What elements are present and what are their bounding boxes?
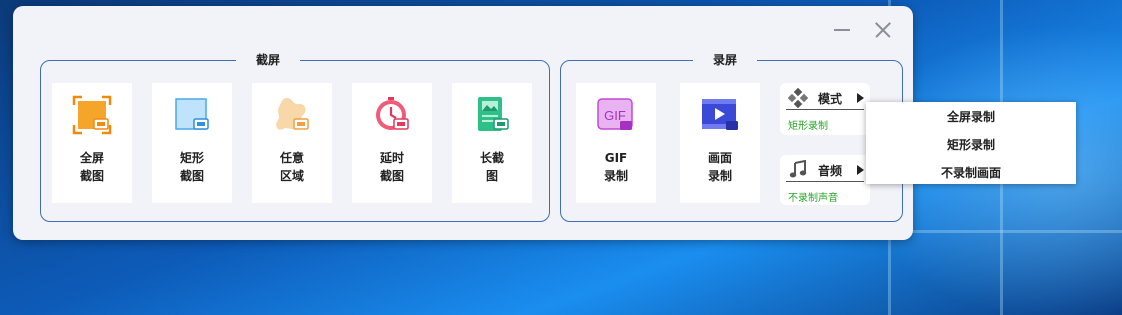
freeform-region-button[interactable]: 任意 区域 [252, 83, 332, 203]
gif-record-button[interactable]: GIF GIF 录制 [576, 83, 656, 203]
tile-label-line2: 图 [485, 169, 498, 183]
screen-record-button[interactable]: 画面 录制 [680, 83, 760, 203]
tile-label-line1: 任意 [279, 151, 304, 165]
close-icon[interactable] [873, 20, 893, 40]
tile-label-line2: 截图 [79, 169, 104, 183]
fullscreen-screenshot-icon [72, 95, 112, 135]
menu-item-fullscreen-record[interactable]: 全屏录制 [866, 105, 1076, 129]
tile-label-line2: 截图 [179, 169, 204, 183]
mode-diamond-icon [788, 88, 808, 108]
audio-value: 不录制声音 [788, 193, 838, 204]
expand-arrow-icon[interactable] [857, 165, 864, 175]
mode-selector[interactable]: 模式 矩形录制 [780, 83, 870, 135]
screenshot-group-title: 截屏 [236, 51, 301, 69]
screenshot-group: 截屏 全屏 截图 矩形 截图 任意 区域 延时 截图 长截 图 [40, 51, 550, 222]
delayed-screenshot-icon [376, 97, 409, 130]
tile-label-line1: 画面 [707, 151, 732, 165]
music-note-icon [789, 160, 807, 178]
tile-label-line1: 延时 [379, 151, 404, 165]
mode-label: 模式 [818, 92, 843, 106]
tile-label-line2: 录制 [707, 169, 732, 183]
gif-icon-text: GIF [604, 108, 626, 123]
tile-label-line2: 区域 [279, 169, 304, 183]
tile-label-line2: 录制 [603, 169, 628, 183]
rectangle-screenshot-icon [175, 98, 209, 130]
menu-item-rectangle-record[interactable]: 矩形录制 [866, 133, 1076, 157]
record-group-title: 录屏 [693, 51, 758, 69]
tile-label-line1: GIF [604, 151, 628, 165]
rectangle-screenshot-button[interactable]: 矩形 截图 [152, 83, 232, 203]
mode-value: 矩形录制 [788, 121, 828, 132]
menu-item-no-video-record[interactable]: 不录制画面 [866, 161, 1076, 185]
tile-label-line1: 矩形 [179, 151, 204, 165]
tile-label-line1: 长截 [479, 151, 504, 165]
delayed-screenshot-button[interactable]: 延时 截图 [352, 83, 432, 203]
audio-label: 音频 [818, 164, 843, 178]
freeform-region-icon [276, 97, 309, 130]
capture-panel: 截屏 全屏 截图 矩形 截图 任意 区域 延时 截图 长截 图 录屏 GIF G… [13, 6, 913, 240]
audio-selector[interactable]: 音频 不录制声音 [780, 155, 870, 205]
gif-record-icon: GIF [597, 98, 633, 130]
long-screenshot-icon [478, 97, 509, 131]
minimize-icon[interactable] [832, 20, 852, 40]
tile-label-line1: 全屏 [79, 151, 104, 165]
desktop-light-beam [880, 230, 1122, 233]
record-group: 录屏 GIF GIF 录制 画面 录制 模式 矩形录制 音频 不录制声音 [560, 51, 903, 222]
record-mode-menu: 全屏录制 矩形录制 不录制画面 [866, 102, 1076, 184]
long-screenshot-button[interactable]: 长截 图 [452, 83, 532, 203]
tile-label-line2: 截图 [379, 169, 404, 183]
screen-record-icon [702, 99, 738, 130]
expand-arrow-icon[interactable] [857, 93, 864, 103]
fullscreen-screenshot-button[interactable]: 全屏 截图 [52, 83, 132, 203]
